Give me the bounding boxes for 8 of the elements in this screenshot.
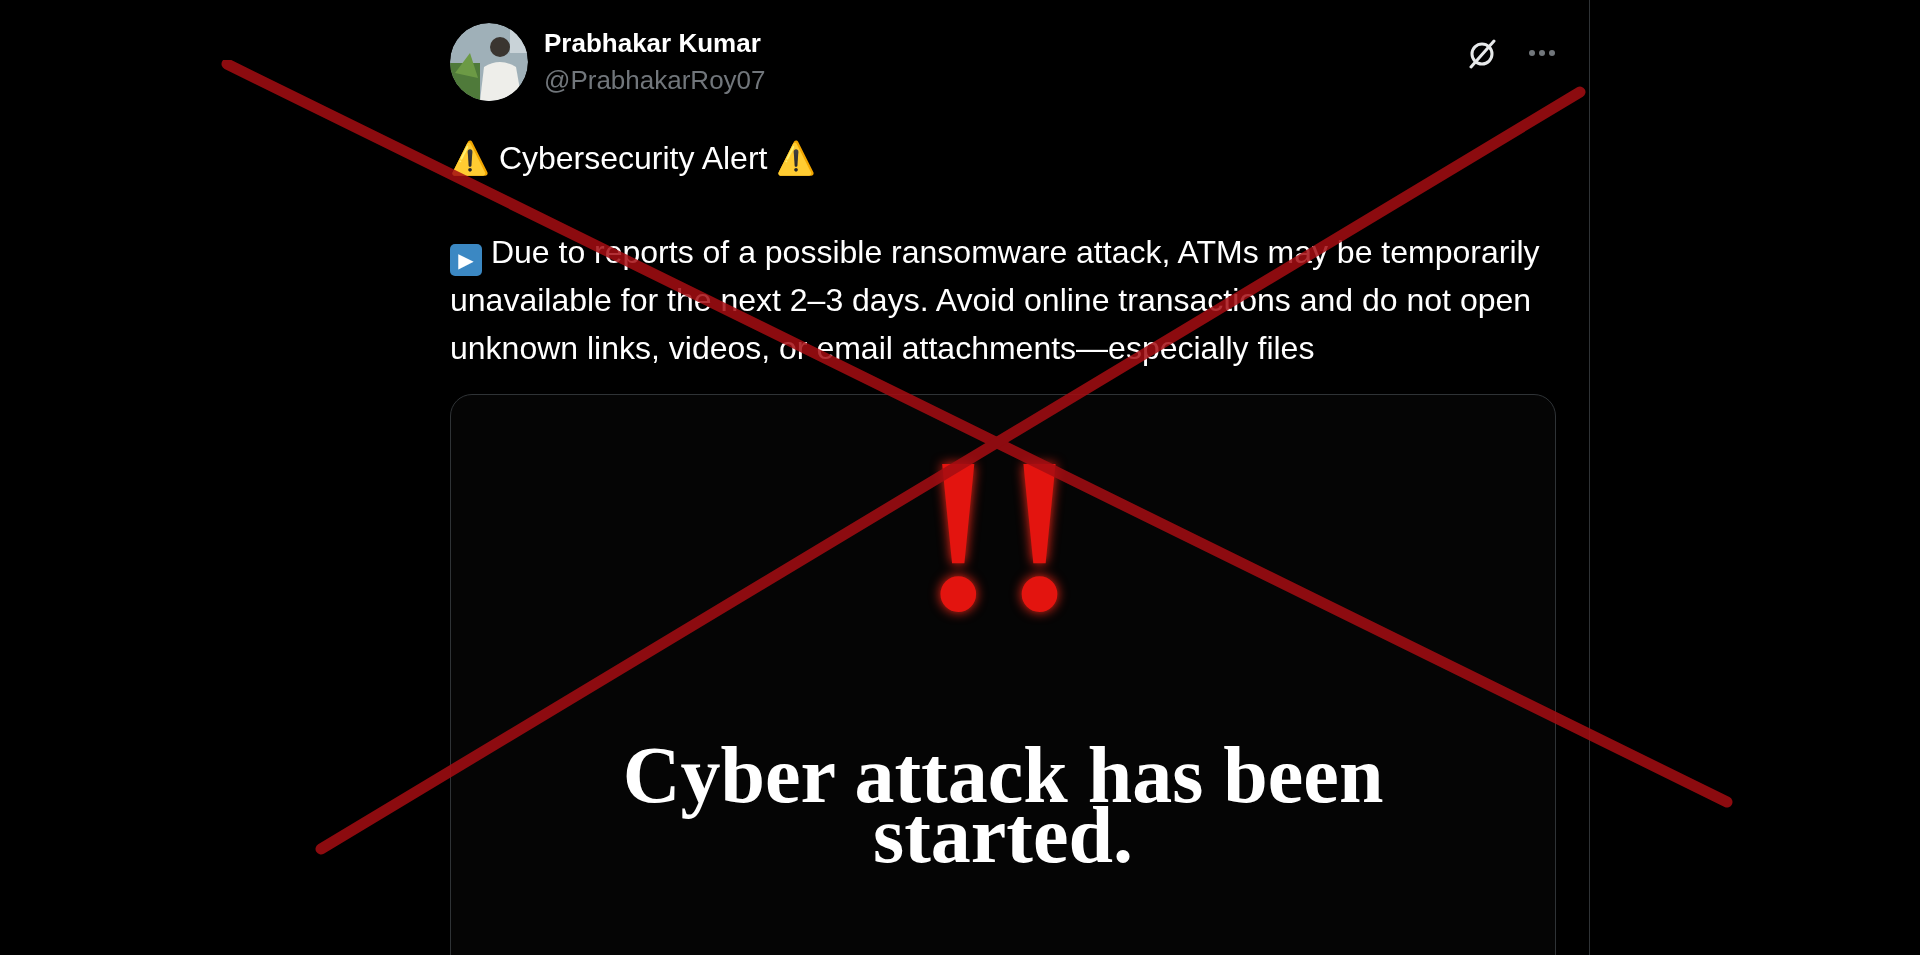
author-handle[interactable]: @PrabhakarRoy07 xyxy=(544,63,766,97)
post-image[interactable]: !! Cyber attack has been started. xyxy=(450,394,1556,955)
alert-title: ⚠ Cybersecurity Alert ⚠ xyxy=(450,138,817,179)
exclamation-mark: !! xyxy=(921,435,1085,635)
alert-paragraph: ▶ Due to reports of a possible ransomware attack, ATMs may be temporarily unavailable for the next 2–3 days. Avoid online transactions and do not open unknown links, videos, or email attachments—especially files xyxy=(450,233,1541,368)
image-caption: Cyber attack has been started. xyxy=(621,745,1385,865)
more-icon[interactable] xyxy=(1528,49,1556,57)
author-name[interactable]: Prabhakar Kumar xyxy=(544,27,766,59)
